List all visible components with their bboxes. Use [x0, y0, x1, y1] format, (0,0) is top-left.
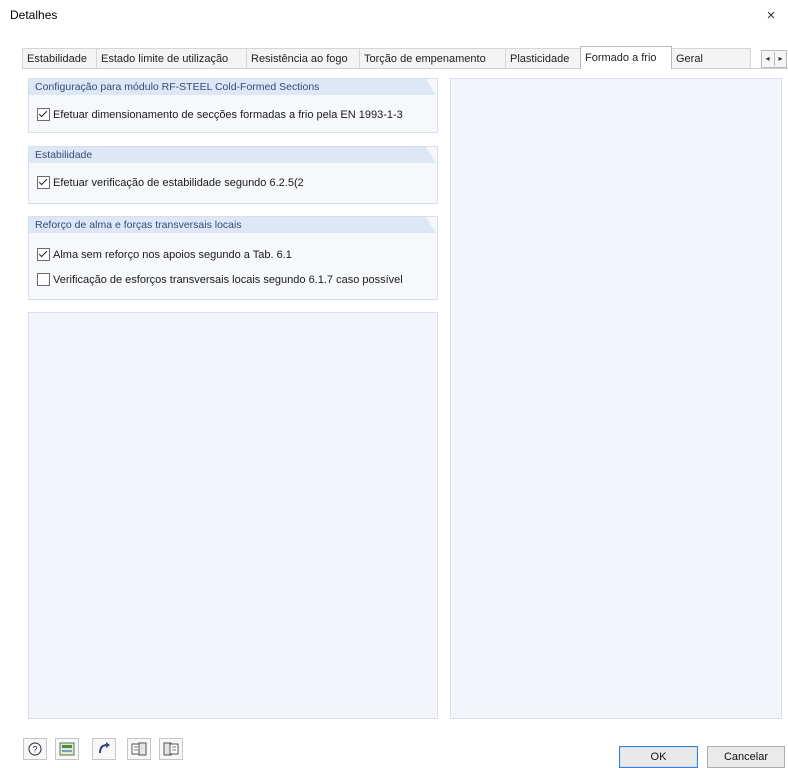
reset-button[interactable]: [92, 738, 116, 760]
title-bar: Detalhes ×: [0, 0, 788, 32]
close-icon[interactable]: ×: [760, 5, 782, 27]
config-group-title: Configuração para módulo RF-STEEL Cold-F…: [29, 79, 436, 95]
tab-scroll: ◂ ▸: [761, 50, 787, 68]
checkbox-unchecked-icon[interactable]: [37, 273, 50, 286]
right-info-panel: [450, 78, 782, 719]
tab-formado-a-frio[interactable]: Formado a frio: [580, 46, 672, 69]
units-icon: [59, 742, 75, 756]
help-icon: ?: [28, 742, 42, 756]
config-group: Configuração para módulo RF-STEEL Cold-F…: [28, 78, 438, 133]
tab-resistencia-fogo[interactable]: Resistência ao fogo: [246, 48, 360, 69]
tab-estado-limite[interactable]: Estado limite de utilização: [96, 48, 247, 69]
web-no-stiffener-checkbox[interactable]: Alma sem reforço nos apoios segundo a Ta…: [37, 248, 292, 261]
import-defaults-button[interactable]: [127, 738, 151, 760]
web-reinforcement-group: Reforço de alma e forças transversais lo…: [28, 216, 438, 300]
window-title: Detalhes: [10, 8, 58, 22]
chevron-right-icon[interactable]: ▸: [774, 52, 786, 66]
cold-formed-design-label: Efetuar dimensionamento de secções forma…: [53, 108, 403, 121]
cold-formed-design-checkbox[interactable]: Efetuar dimensionamento de secções forma…: [37, 108, 403, 121]
checkbox-checked-icon[interactable]: [37, 176, 50, 189]
help-button[interactable]: ?: [23, 738, 47, 760]
local-transverse-forces-label: Verificação de esforços transversais loc…: [53, 273, 403, 286]
web-reinforcement-group-title: Reforço de alma e forças transversais lo…: [29, 217, 436, 233]
tab-plasticidade[interactable]: Plasticidade: [505, 48, 581, 69]
export-defaults-button[interactable]: [159, 738, 183, 760]
stability-check-label: Efetuar verificação de estabilidade segu…: [53, 176, 304, 189]
tab-estabilidade[interactable]: Estabilidade: [22, 48, 97, 69]
checkbox-checked-icon[interactable]: [37, 108, 50, 121]
stability-group: Estabilidade Efetuar verificação de esta…: [28, 146, 438, 204]
tab-torcao-empenamento[interactable]: Torção de empenamento: [359, 48, 506, 69]
export-defaults-icon: [163, 742, 179, 756]
cancel-button[interactable]: Cancelar: [707, 746, 785, 768]
web-no-stiffener-label: Alma sem reforço nos apoios segundo a Ta…: [53, 248, 292, 261]
tab-geral[interactable]: Geral: [671, 48, 751, 69]
reset-icon: [99, 742, 110, 754]
lower-left-panel: [28, 312, 438, 719]
stability-check-checkbox[interactable]: Efetuar verificação de estabilidade segu…: [37, 176, 304, 189]
svg-text:?: ?: [32, 745, 37, 755]
ok-button[interactable]: OK: [619, 746, 698, 768]
dialog-footer: ? OK Cancelar: [0, 725, 788, 768]
local-transverse-forces-checkbox[interactable]: Verificação de esforços transversais loc…: [37, 273, 403, 286]
stability-group-title: Estabilidade: [29, 147, 436, 163]
import-defaults-icon: [131, 742, 147, 756]
checkbox-checked-icon[interactable]: [37, 248, 50, 261]
units-button[interactable]: [55, 738, 79, 760]
chevron-left-icon[interactable]: ◂: [762, 52, 773, 66]
